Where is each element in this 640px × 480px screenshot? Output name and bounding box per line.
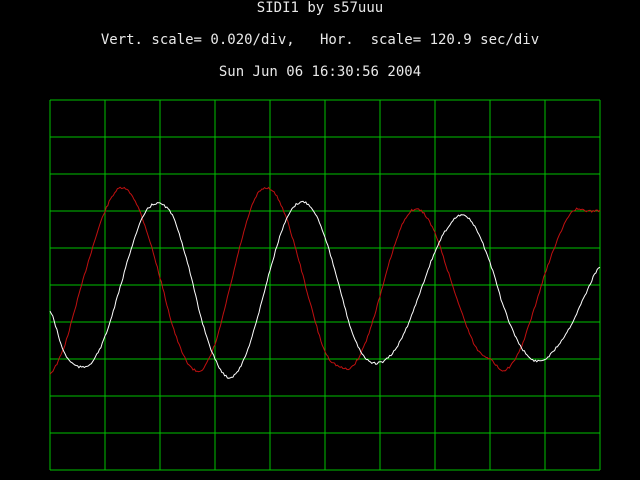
grid [49,99,601,471]
oscilloscope-plot [49,99,601,471]
